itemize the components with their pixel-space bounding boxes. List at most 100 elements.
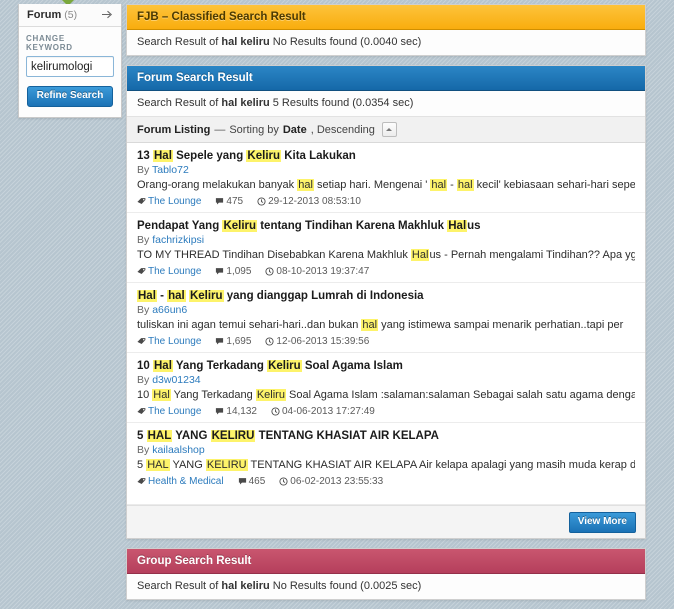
fjb-summary-suffix: No Results found (0.0040 sec) xyxy=(272,36,422,48)
author-link[interactable]: kailaalshop xyxy=(152,444,205,456)
fjb-summary-prefix: Search Result of xyxy=(137,36,219,48)
sidebar-header-count: (5) xyxy=(64,9,78,21)
group-summary-keyword: hal keliru xyxy=(221,580,270,592)
highlight-term: hal xyxy=(167,290,186,302)
text-run: TENTANG KHASIAT AIR KELAPA xyxy=(255,430,439,442)
result-snippet: Orang-orang melakukan banyak hal setiap … xyxy=(137,178,635,193)
result-row[interactable]: 10 Hal Yang Terkadang Keliru Soal Agama … xyxy=(127,353,645,423)
text-run: 5 xyxy=(137,459,147,471)
by-label: By xyxy=(137,444,150,456)
result-title[interactable]: 13 Hal Sepele yang Keliru Kita Lakukan xyxy=(137,149,635,164)
result-forum[interactable]: Health & Medical xyxy=(137,476,224,487)
date-text: 04-06-2013 17:27:49 xyxy=(281,406,375,417)
text-run: - xyxy=(447,179,457,191)
forum-link[interactable]: The Lounge xyxy=(148,266,201,277)
result-forum[interactable]: The Lounge xyxy=(137,196,201,207)
forum-panel-header: Forum Search Result xyxy=(127,66,645,91)
author-link[interactable]: d3w01234 xyxy=(152,374,200,386)
date-text: 06-02-2013 23:55:33 xyxy=(290,476,384,487)
text-run: TENTANG KHASIAT AIR KELAPA Air kelapa ap… xyxy=(250,459,635,471)
result-row[interactable]: Pendapat Yang Keliru tentang Tindihan Ka… xyxy=(127,213,645,283)
result-row[interactable]: 5 HAL YANG KELIRU TENTANG KHASIAT AIR KE… xyxy=(127,423,645,492)
fjb-summary-keyword: hal keliru xyxy=(221,36,270,48)
fjb-result-summary: Search Result of hal keliru No Results f… xyxy=(127,30,645,55)
result-replies: 475 xyxy=(215,196,243,207)
text-run: 10 xyxy=(137,389,153,401)
date-text: 08-10-2013 19:37:47 xyxy=(276,266,370,277)
forum-listing-sort-field[interactable]: Date xyxy=(283,124,307,136)
result-title[interactable]: Pendapat Yang Keliru tentang Tindihan Ka… xyxy=(137,219,635,234)
comment-icon xyxy=(215,196,224,207)
refine-search-button[interactable]: Refine Search xyxy=(26,86,114,107)
results-bottom-spacer xyxy=(127,492,645,505)
comment-icon xyxy=(215,406,224,417)
result-forum[interactable]: The Lounge xyxy=(137,336,201,347)
forum-panel-footer: View More xyxy=(127,505,645,538)
text-run: YANG xyxy=(169,459,206,471)
tag-icon xyxy=(137,196,146,207)
result-row[interactable]: Hal - hal Keliru yang dianggap Lumrah di… xyxy=(127,283,645,353)
group-summary-suffix: No Results found (0.0025 sec) xyxy=(272,580,422,592)
result-date: 12-06-2013 15:39:56 xyxy=(265,336,369,347)
result-author-line: By kailaalshop xyxy=(137,444,635,457)
result-replies: 1,695 xyxy=(215,336,251,347)
result-row[interactable]: 13 Hal Sepele yang Keliru Kita Lakukan B… xyxy=(127,143,645,213)
forum-link[interactable]: The Lounge xyxy=(148,406,201,417)
forum-listing-label: Forum Listing xyxy=(137,123,211,136)
forum-listing-sortbar: Forum Listing — Sorting by Date , Descen… xyxy=(127,116,645,143)
forum-link[interactable]: The Lounge xyxy=(148,196,201,207)
keyword-input[interactable] xyxy=(26,56,114,77)
result-title[interactable]: 5 HAL YANG KELIRU TENTANG KHASIAT AIR KE… xyxy=(137,429,635,444)
change-keyword-label: CHANGE KEYWORD xyxy=(26,34,73,52)
highlight-term: Keliru xyxy=(222,220,258,232)
author-link[interactable]: fachrizkipsi xyxy=(152,234,204,246)
result-author-line: By Tablo72 xyxy=(137,164,635,177)
group-panel-header: Group Search Result xyxy=(127,549,645,574)
view-more-button[interactable]: View More xyxy=(568,512,636,533)
result-meta: Health & Medical 465 06-02-2013 23:55:33 xyxy=(137,476,635,487)
highlight-term: HAL xyxy=(146,430,173,442)
comment-icon xyxy=(238,476,247,487)
highlight-term: hal xyxy=(297,179,314,191)
result-date: 08-10-2013 19:37:47 xyxy=(265,266,369,277)
text-run: us xyxy=(467,220,481,232)
result-title[interactable]: 10 Hal Yang Terkadang Keliru Soal Agama … xyxy=(137,359,635,374)
forum-listing-sort-direction[interactable]: , Descending xyxy=(311,124,375,136)
result-forum[interactable]: The Lounge xyxy=(137,266,201,277)
text-run: YANG xyxy=(172,430,211,442)
text-run: Yang Terkadang xyxy=(170,389,256,401)
group-summary-prefix: Search Result of xyxy=(137,580,219,592)
text-run: tentang Tindihan Karena Makhluk xyxy=(257,220,448,232)
reply-count: 475 xyxy=(226,196,244,207)
highlight-term: KELIRU xyxy=(210,430,256,442)
text-run: tuliskan ini agan temui sehari-hari..dan… xyxy=(137,319,362,331)
author-link[interactable]: Tablo72 xyxy=(152,164,189,176)
text-run: 10 xyxy=(137,360,153,372)
forum-summary-prefix: Search Result of xyxy=(137,97,219,109)
caret-up-icon[interactable] xyxy=(381,122,397,137)
result-title[interactable]: Hal - hal Keliru yang dianggap Lumrah di… xyxy=(137,289,635,304)
result-replies: 14,132 xyxy=(215,406,257,417)
tag-icon xyxy=(137,266,146,277)
by-label: By xyxy=(137,374,150,386)
result-replies: 465 xyxy=(238,476,265,487)
tag-icon xyxy=(137,476,146,487)
reply-count: 14,132 xyxy=(226,406,257,417)
clock-icon xyxy=(265,336,274,347)
forum-listing-dash: — xyxy=(214,123,226,136)
result-date: 06-02-2013 23:55:33 xyxy=(279,476,383,487)
author-link[interactable]: a66un6 xyxy=(152,304,187,316)
arrow-right-icon[interactable] xyxy=(102,9,113,21)
forum-filter-sidebar: Forum (5) CHANGE KEYWORD Refine Search xyxy=(18,4,122,118)
result-forum[interactable]: The Lounge xyxy=(137,406,201,417)
forum-listing-sorting-text: Sorting by xyxy=(229,123,279,136)
forum-link[interactable]: The Lounge xyxy=(148,336,201,347)
forum-link[interactable]: Health & Medical xyxy=(148,476,224,487)
highlight-term: Keliru xyxy=(246,150,282,162)
search-results-column: FJB – Classified Search Result Search Re… xyxy=(126,4,646,609)
date-text: 29-12-2013 08:53:10 xyxy=(268,196,361,207)
fjb-panel-header: FJB – Classified Search Result xyxy=(127,5,645,30)
sidebar-header[interactable]: Forum (5) xyxy=(19,4,121,27)
sidebar-header-label: Forum xyxy=(27,9,62,21)
highlight-term: Hal xyxy=(137,290,157,302)
